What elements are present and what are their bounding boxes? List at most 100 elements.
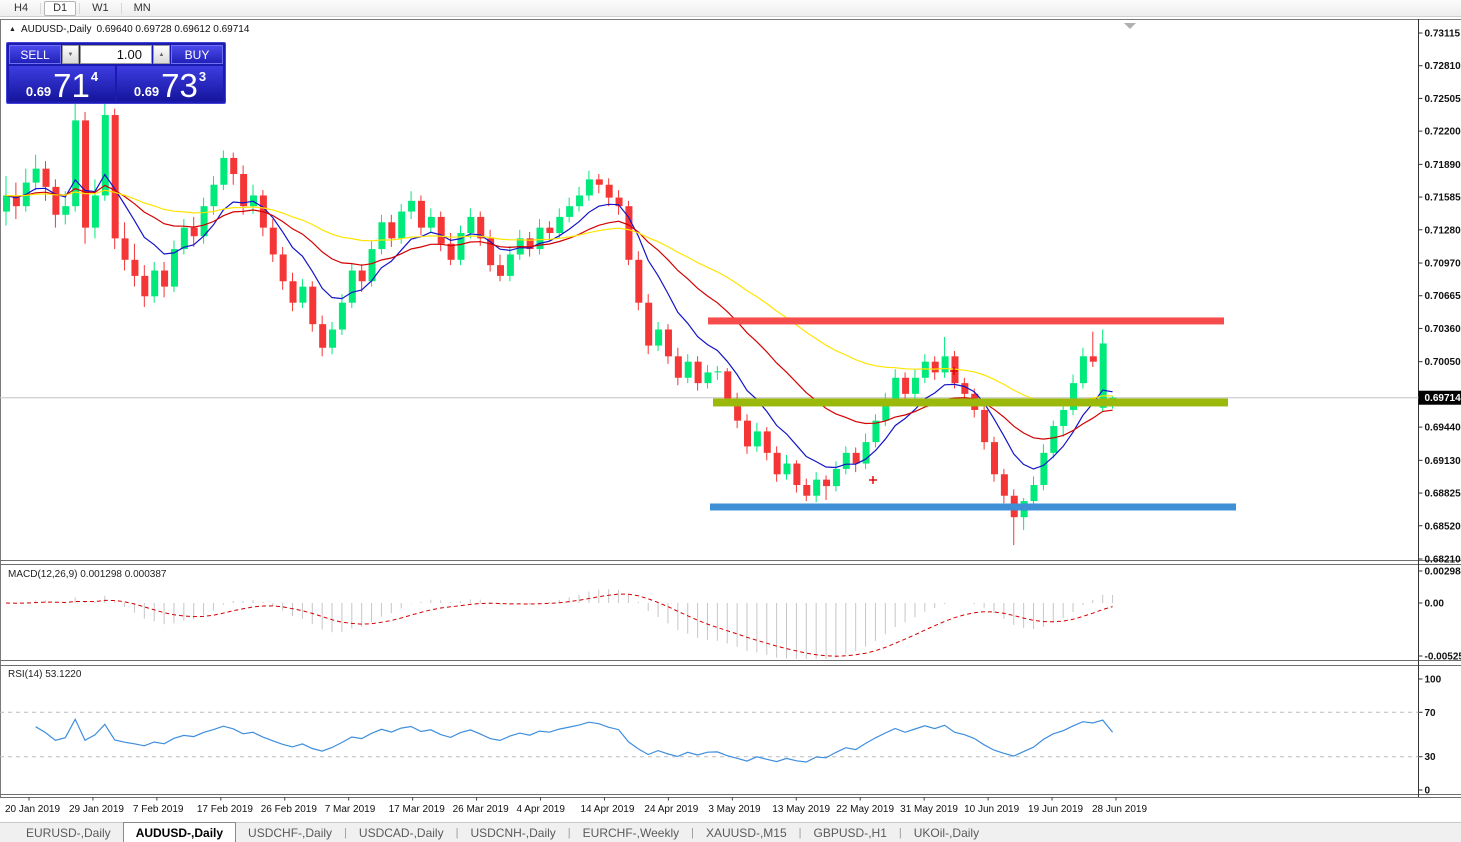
macd-tick-label: -0.005256 xyxy=(1425,652,1461,663)
current-price-tag-label: 0.69714 xyxy=(1425,393,1461,404)
candle-body xyxy=(151,270,159,297)
candle-body xyxy=(467,216,475,233)
date-tick-label: 26 Feb 2019 xyxy=(261,804,318,815)
candle-body xyxy=(911,377,919,394)
candle-body xyxy=(981,409,989,443)
candle-body xyxy=(714,371,722,373)
candle-body xyxy=(872,420,880,443)
tab-audusd-daily[interactable]: AUDUSD-,Daily xyxy=(122,822,237,842)
price-tick-label: 0.73115 xyxy=(1425,29,1461,40)
candle-body xyxy=(42,168,50,187)
candle-body xyxy=(309,286,317,325)
candle-body xyxy=(852,452,860,464)
price-tick-label: 0.68520 xyxy=(1425,521,1461,532)
tab-ukoil-daily[interactable]: UKOil-,Daily xyxy=(902,823,991,842)
timeframe-button-d1[interactable]: D1 xyxy=(44,0,77,16)
chart-window[interactable]: 0.73115 0.72810 0.72505 0.72200 0.71890 0.715… xyxy=(0,17,1461,822)
timeframe-button-mn[interactable]: MN xyxy=(125,1,160,16)
date-tick-label: 22 May 2019 xyxy=(836,804,894,815)
rsi-label: RSI(14) 53.1220 xyxy=(8,669,82,680)
candle-body xyxy=(605,184,613,198)
date-tick-label: 4 Apr 2019 xyxy=(517,804,566,815)
candle-body xyxy=(556,216,564,233)
price-tick-label: 0.71890 xyxy=(1425,160,1461,171)
hline-resistance[interactable] xyxy=(708,317,1224,325)
sell-price-big: 71 xyxy=(53,67,90,104)
tab-eurchf-weekly[interactable]: EURCHF-,Weekly xyxy=(571,823,691,842)
candle-body xyxy=(1099,343,1107,408)
tab-usdcad-daily[interactable]: USDCAD-,Daily xyxy=(347,823,456,842)
candle-body xyxy=(1050,426,1058,453)
sell-price-box[interactable]: 0.69 71 4 xyxy=(9,66,115,104)
tab-usdchf-daily[interactable]: USDCHF-,Daily xyxy=(236,823,344,842)
volume-input[interactable]: 1.00 xyxy=(80,45,152,64)
timeframe-button-h4[interactable]: H4 xyxy=(5,1,37,16)
date-tick-label: 14 Apr 2019 xyxy=(580,804,634,815)
candle-body xyxy=(161,270,169,287)
rsi-tick-label: 0 xyxy=(1425,786,1431,797)
candle-body xyxy=(832,468,840,487)
collapse-triangle-icon[interactable]: ▲ xyxy=(9,26,16,33)
candle-body xyxy=(289,281,297,303)
rsi-tick-label: 30 xyxy=(1425,752,1437,763)
buy-price-box[interactable]: 0.69 73 3 xyxy=(117,66,223,102)
candle-body xyxy=(91,195,99,228)
candle-body xyxy=(576,195,584,207)
chevron-up-icon: ▲ xyxy=(158,51,165,58)
tab-xauusd-m15[interactable]: XAUUSD-,M15 xyxy=(694,823,799,842)
candle-body xyxy=(111,115,119,239)
volume-increase-button[interactable]: ▲ xyxy=(153,45,170,64)
date-tick-label: 3 May 2019 xyxy=(708,804,761,815)
price-tick-label: 0.70970 xyxy=(1425,259,1461,270)
date-tick-label: 19 Jun 2019 xyxy=(1028,804,1083,815)
date-tick-label: 24 Apr 2019 xyxy=(644,804,698,815)
candle-body xyxy=(190,227,198,237)
candle-body xyxy=(358,270,366,282)
candle-body xyxy=(348,270,356,303)
candle-body xyxy=(823,479,831,487)
candle-body xyxy=(378,222,386,250)
candle-body xyxy=(991,442,998,475)
date-tick-label: 20 Jan 2019 xyxy=(5,804,60,815)
date-tick-label: 7 Feb 2019 xyxy=(133,804,184,815)
candle-body xyxy=(101,115,109,196)
candle-body xyxy=(427,216,435,228)
candle-body xyxy=(842,452,850,469)
chart-background xyxy=(0,17,1461,822)
price-tick-label: 0.69130 xyxy=(1425,456,1461,467)
tab-usdcnh-daily[interactable]: USDCNH-,Daily xyxy=(458,823,567,842)
sell-button[interactable]: SELL xyxy=(9,45,61,64)
candle-body xyxy=(170,249,178,287)
candle-body xyxy=(1060,409,1068,427)
sell-price-small: 0.69 xyxy=(25,84,52,99)
timeframe-button-w1[interactable]: W1 xyxy=(83,1,118,16)
candle-body xyxy=(1079,356,1087,384)
buy-button[interactable]: BUY xyxy=(171,45,223,64)
candle-body xyxy=(694,361,702,384)
candle-body xyxy=(269,227,277,255)
date-tick-label: 26 Mar 2019 xyxy=(453,804,510,815)
candle-body xyxy=(1030,485,1038,502)
price-tick-label: 0.71585 xyxy=(1425,193,1461,204)
candle-body xyxy=(753,431,761,447)
price-tick-label: 0.70050 xyxy=(1425,357,1461,368)
candle-body xyxy=(32,168,40,183)
volume-decrease-button[interactable]: ▼ xyxy=(62,45,79,64)
price-tick-label: 0.72505 xyxy=(1425,94,1461,105)
date-tick-label: 28 Jun 2019 xyxy=(1092,804,1147,815)
candle-body xyxy=(931,361,939,373)
candle-body xyxy=(941,356,949,373)
hline-pivot[interactable] xyxy=(713,398,1228,407)
toolbar-separator xyxy=(40,2,42,14)
hline-support[interactable] xyxy=(710,503,1236,511)
price-tick-label: 0.72810 xyxy=(1425,61,1461,72)
tab-eurusd-daily[interactable]: EURUSD-,Daily xyxy=(14,823,123,842)
tab-gbpusd-h1[interactable]: GBPUSD-,H1 xyxy=(802,823,899,842)
candle-body xyxy=(3,195,10,212)
candle-body xyxy=(674,356,682,378)
macd-label: MACD(12,26,9) 0.001298 0.000387 xyxy=(8,569,167,580)
candle-body xyxy=(417,200,425,228)
candle-body xyxy=(240,174,248,207)
price-tick-label: 0.68825 xyxy=(1425,489,1461,500)
candle-body xyxy=(82,120,90,228)
